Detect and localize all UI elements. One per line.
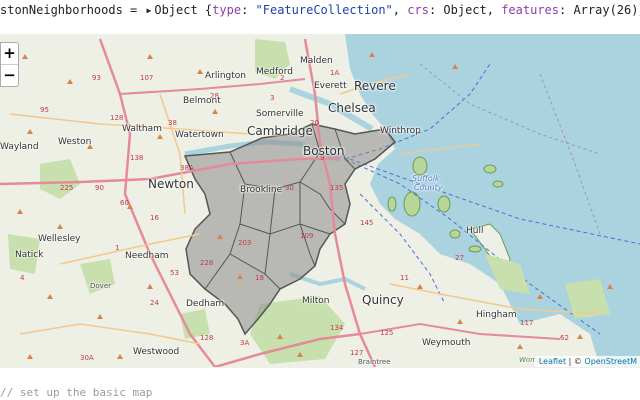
label-malden: Malden [300, 56, 333, 66]
road-number-label: 228 [200, 259, 214, 267]
road-number-label: 225 [60, 184, 74, 192]
attribution-separator: | © [566, 357, 585, 366]
road-number-label: 30 [285, 184, 294, 192]
road-number-label: 53 [170, 269, 179, 277]
label-belmont: Belmont [183, 96, 221, 106]
road-number-label: 203 [238, 239, 252, 247]
code-comment[interactable]: // set up the basic map [0, 386, 152, 399]
openstreetmap-link[interactable]: OpenStreetM [584, 357, 637, 366]
equals-sign: = [122, 3, 145, 17]
value-features: Array(26) [573, 3, 639, 17]
road-number-label: 127 [350, 349, 364, 357]
map-attribution: Leaflet | © OpenStreetM [534, 356, 640, 367]
road-number-label: 128 [200, 334, 214, 342]
road-number-label: 4 [20, 274, 25, 282]
label-suffolk: Suffolk [412, 174, 440, 183]
road-number-label: 93 [92, 74, 101, 82]
label-weston: Weston [58, 137, 92, 147]
key-crs: crs [407, 3, 429, 17]
label-hull: Hull [466, 226, 484, 236]
label-natick: Natick [15, 250, 44, 260]
label-needham: Needham [125, 251, 169, 261]
road-number-label: 24 [150, 299, 159, 307]
label-hingham: Hingham [476, 310, 517, 320]
cell-divider [0, 367, 640, 368]
label-cambridge: Cambridge [247, 124, 313, 138]
cell-output: stonNeighborhoods = ▶ Object {type: "Feat… [0, 0, 640, 20]
road-number-label: 62 [560, 334, 569, 342]
road-number-label: 128 [110, 114, 124, 122]
key-type: type [212, 3, 242, 17]
zoom-control: + − [0, 42, 19, 87]
label-milton: Milton [302, 296, 330, 306]
road-number-label: 90 [95, 184, 104, 192]
label-westwood: Westwood [133, 347, 180, 357]
leaflet-map[interactable]: Malden Medford Arlington Everett Revere … [0, 34, 640, 367]
leaflet-link[interactable]: Leaflet [539, 357, 566, 366]
road-number-label: 27 [455, 254, 464, 262]
label-quincy: Quincy [362, 293, 404, 307]
label-brookline: Brookline [240, 185, 283, 195]
zoom-out-button[interactable]: − [1, 64, 18, 86]
label-county: County [414, 183, 443, 192]
label-revere: Revere [354, 79, 396, 93]
value-crs: Object [443, 3, 487, 17]
label-boston: Boston [303, 144, 345, 158]
road-number-label: 145 [360, 219, 374, 227]
road-number-label: 134 [330, 324, 344, 332]
label-newton: Newton [148, 177, 194, 191]
label-medford: Medford [256, 67, 293, 77]
road-number-label: 138 [130, 154, 144, 162]
road-number-label: 125 [380, 329, 394, 337]
road-number-label: 109 [300, 232, 314, 240]
road-number-label: 1A [330, 69, 340, 77]
road-number-label: 1 [115, 244, 120, 252]
zoom-in-button[interactable]: + [1, 43, 18, 64]
road-number-label: 135 [330, 184, 344, 192]
road-number-label: 16 [150, 214, 159, 222]
label-weymouth: Weymouth [422, 338, 471, 348]
road-number-label: 11 [400, 274, 409, 282]
road-number-label: 38A [180, 164, 194, 172]
expand-triangle-icon[interactable]: ▶ [147, 1, 152, 20]
road-number-label: 3 [270, 94, 275, 102]
variable-name: stonNeighborhoods [0, 3, 123, 17]
road-number-label: 117 [520, 319, 534, 327]
road-number-label: 60 [120, 199, 129, 207]
road-number-label: 3A [240, 339, 250, 347]
label-wayland: Wayland [0, 142, 39, 152]
key-features: features [501, 3, 559, 17]
label-dedham: Dedham [186, 299, 225, 309]
label-arlington: Arlington [205, 71, 247, 81]
label-braintree: Braintree [358, 358, 391, 366]
label-wellesley: Wellesley [38, 234, 81, 244]
value-type: "FeatureCollection" [255, 3, 393, 17]
open-brace: { [197, 3, 213, 17]
label-somerville: Somerville [256, 109, 304, 119]
road-number-label: 95 [40, 106, 49, 114]
label-dover: Dover [90, 282, 111, 290]
road-number-label: 107 [140, 74, 154, 82]
object-label[interactable]: Object [154, 3, 197, 17]
label-watertown: Watertown [175, 130, 224, 140]
label-chelsea: Chelsea [328, 101, 376, 115]
label-waltham: Waltham [122, 124, 162, 134]
label-winthrop: Winthrop [380, 126, 421, 136]
road-number-label: 38 [168, 119, 177, 127]
label-everett: Everett [314, 81, 347, 91]
road-number-label: 30A [80, 354, 94, 362]
road-number-label: 18 [255, 274, 264, 282]
